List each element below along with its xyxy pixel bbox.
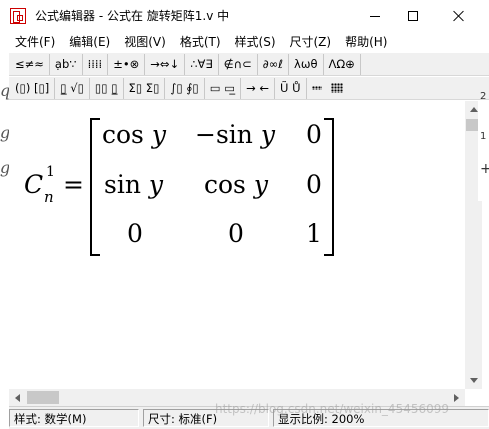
title-bar: 公式编辑器 - 公式在 旋转矩阵1.v 中 (0, 0, 489, 32)
symbol-toolbar: ≤≠≈ ạb∵ ⁞⁞⁞⁞ ±•⊗ →⇔↓ ∴∀∃ ∉∩⊂ ∂∞ℓ λωθ ΛΩ⊕ (9, 53, 489, 76)
matrix-icon (330, 83, 343, 93)
maximize-button[interactable] (390, 0, 436, 32)
ruler-mark: 2 (480, 91, 487, 102)
ruler-mark: 1 (480, 131, 487, 142)
matrix-cell: −sin y (195, 120, 275, 150)
right-bracket (324, 118, 334, 256)
menu-view[interactable]: 视图(V) (117, 33, 173, 51)
minimize-icon (370, 15, 380, 17)
scroll-right-button[interactable] (448, 389, 465, 406)
matrix-row-palette[interactable] (307, 78, 327, 99)
menu-edit[interactable]: 编辑(E) (62, 33, 117, 51)
app-icon (10, 8, 26, 24)
menu-style[interactable]: 样式(S) (228, 33, 283, 51)
fractions-radicals-palette[interactable]: ▯̲ √▯ (55, 77, 90, 99)
menu-size[interactable]: 尺寸(Z) (283, 33, 339, 51)
menu-format[interactable]: 格式(T) (173, 33, 228, 51)
fn-name: sin (104, 170, 141, 199)
underbar-overbar-palette[interactable]: ▭ ▭̲ (205, 77, 242, 99)
variable: y (151, 120, 166, 149)
left-bracket (90, 118, 100, 256)
matrix-cell: 0 (228, 219, 244, 248)
operators-palette[interactable]: ±•⊗ (108, 53, 146, 75)
misc-symbols-palette[interactable]: ∂∞ℓ (258, 53, 290, 75)
matrix-cell: 0 (306, 120, 322, 149)
matrix-cell: cos y (204, 170, 268, 200)
matrix-cell: 0 (127, 219, 143, 248)
left-edge: q g g (0, 53, 10, 413)
scroll-down-button[interactable] (465, 372, 482, 389)
fn-name: cos (204, 170, 246, 199)
watermark: https://blog.csdn.net/weixin_45456099 (215, 402, 450, 416)
ruler-mark: + (480, 161, 489, 177)
matrix-row-icon (311, 86, 322, 90)
summation-palette[interactable]: Σ▯ Σ▯ (124, 77, 166, 99)
template-toolbar: (▯) [▯] ▯̲ √▯ ▯▯ ▯̲ Σ▯ Σ▯ ∫▯ ∮▯ ▭ ▭̲ → ←… (9, 77, 489, 100)
scroll-left-button[interactable] (9, 389, 26, 406)
right-ruler: 2 1 + (478, 91, 489, 201)
integrals-palette[interactable]: ∫▯ ∮▯ (165, 77, 205, 99)
status-style: 样式: 数学(M) (9, 409, 139, 427)
labeled-arrows-palette[interactable]: → ← (241, 77, 276, 99)
menu-help[interactable]: 帮助(H) (338, 33, 394, 51)
menu-file[interactable]: 文件(F) (0, 33, 62, 51)
greek-lowercase-palette[interactable]: λωθ (289, 53, 324, 75)
greek-uppercase-palette[interactable]: ΛΩ⊕ (324, 53, 361, 75)
arrows-palette[interactable]: →⇔↓ (145, 53, 186, 75)
matrix-palette[interactable] (327, 78, 347, 99)
set-theory-palette[interactable]: ∉∩⊂ (219, 53, 258, 75)
arrow-down-icon (469, 378, 478, 383)
horizontal-scroll-thumb[interactable] (27, 391, 59, 404)
close-icon (453, 10, 465, 22)
lhs-subscript: n (44, 188, 54, 206)
matrix-cell: cos y (102, 120, 166, 150)
lhs-symbol: C (24, 170, 44, 199)
lhs-superscript: 1 (46, 164, 55, 180)
fn-name: −sin (195, 120, 253, 149)
variable: y (148, 170, 164, 199)
arrow-up-icon (469, 107, 478, 112)
close-button[interactable] (436, 0, 482, 32)
matrix-cell: 0 (306, 170, 322, 199)
variable: y (253, 170, 268, 199)
spaces-palette[interactable]: ạb∵ (50, 53, 83, 75)
menu-bar: 文件(F) 编辑(E) 视图(V) 格式(T) 样式(S) 尺寸(Z) 帮助(H… (0, 32, 489, 52)
equation[interactable]: C 1 n = cos y −sin y 0 sin y cos y 0 0 0… (24, 118, 344, 258)
relations-palette[interactable]: ≤≠≈ (9, 53, 50, 75)
matrix: cos y −sin y 0 sin y cos y 0 0 0 1 (100, 118, 324, 256)
products-palette[interactable]: Ũ Ů (275, 77, 307, 99)
embellishments-palette[interactable]: ⁞⁞⁞⁞ (83, 53, 109, 75)
maximize-icon (408, 11, 418, 21)
window-title: 公式编辑器 - 公式在 旋转矩阵1.v 中 (35, 9, 230, 23)
arrow-right-icon (454, 393, 459, 402)
fences-palette[interactable]: (▯) [▯] (9, 77, 56, 99)
matrix-cell: sin y (104, 170, 163, 200)
fn-name: cos (102, 120, 144, 149)
subscript-superscript-palette[interactable]: ▯▯ ▯̲ (90, 77, 124, 99)
arrow-left-icon (15, 393, 20, 402)
variable: y (260, 120, 275, 149)
equals-sign: = (63, 170, 84, 199)
matrix-cell: 1 (306, 219, 322, 248)
logic-palette[interactable]: ∴∀∃ (185, 53, 219, 75)
